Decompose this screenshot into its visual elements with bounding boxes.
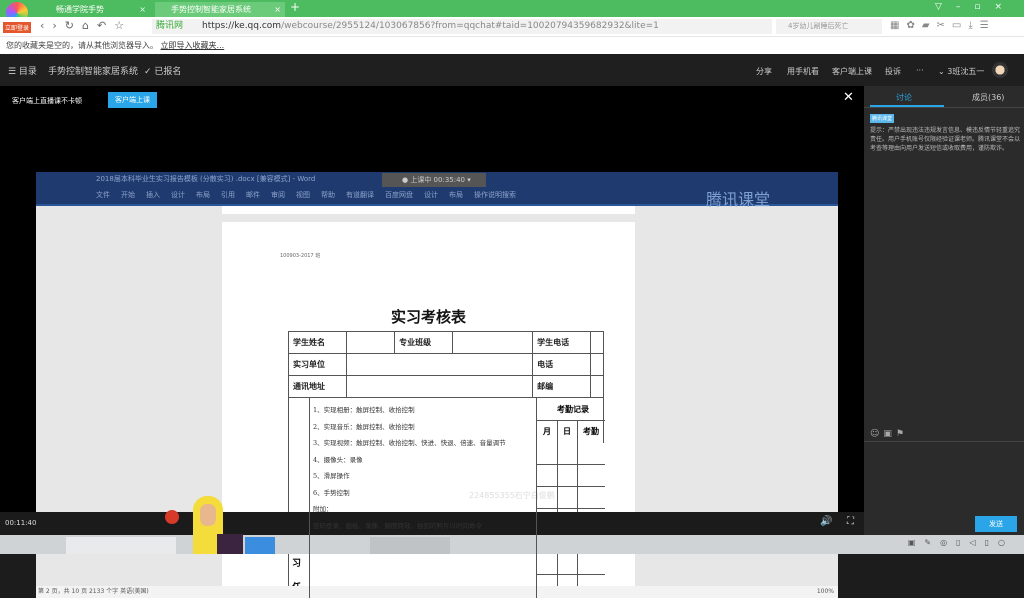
import-bookmarks-link[interactable]: 立即导入收藏夹... — [161, 41, 225, 50]
tab-2[interactable]: 手势控制智能家居系统 × — [155, 2, 285, 17]
taskbar-item[interactable] — [245, 537, 275, 554]
chat-tools[interactable]: ☺▣⚑ — [870, 429, 908, 439]
close-icon[interactable]: ✕ — [843, 90, 854, 105]
task-item: 1、实现相册：触屏控制、收拾控制 — [313, 406, 415, 414]
playback-time: 00:11:40 — [5, 519, 37, 527]
volume-icon[interactable]: 🔊 — [820, 516, 832, 527]
address-bar-row: 立即登录 ‹›↻⌂↶☆ 腾讯网 https://ke.qq.com/webcou… — [0, 17, 1024, 37]
client-notice: 客户端上直播课不卡顿 — [12, 97, 82, 105]
course-header: ☰ 目录 手势控制智能家居系统 ✓ 已报名 分享 用手机看 客户端上课 投诉 ·… — [0, 54, 1024, 86]
task-item: 密码登录、画板、录像、翻图特效、拍到的照片以时间命令 — [313, 521, 482, 530]
send-button[interactable]: 发送 — [975, 516, 1017, 532]
prev-page-bottom — [222, 206, 635, 214]
class-timer: ● 上课中 00:35:40 ▾ — [382, 173, 486, 187]
task-item: 6、手势控制 — [313, 488, 350, 497]
cell-label: 实习单位 — [287, 353, 348, 376]
window-controls[interactable]: ▽–▫× — [935, 2, 1016, 12]
assessment-table: 学生姓名 专业班级 学生电话 实习单位 电话 通讯地址 邮编 — [287, 331, 604, 398]
client-class-button[interactable]: 客户端上课 — [108, 92, 157, 108]
bookmarks-bar: 您的收藏夹是空的，请从其他浏览器导入。 立即导入收藏夹... — [0, 37, 1024, 54]
toolbar-icons[interactable]: ▦✿▰✂▭⤓☰ — [890, 20, 996, 31]
page-header-text: 100903-2017 班 — [280, 253, 321, 259]
system-badge: 腾讯课堂 — [870, 114, 895, 123]
fullscreen-icon[interactable]: ⛶ — [847, 516, 854, 527]
word-ribbon: 2018届本科毕业生实习报告模板 (分散实习) .docx [兼容模式] - W… — [36, 172, 838, 209]
bookmarks-empty-text: 您的收藏夹是空的，请从其他浏览器导入。 — [6, 41, 158, 50]
attendance-cols: 月日考勤 — [537, 420, 605, 443]
browser-tab-bar: 畅通学院手势 × 手势控制智能家居系统 × + ▽–▫× — [0, 0, 1024, 24]
nav-buttons[interactable]: ‹›↻⌂↶☆ — [40, 19, 132, 32]
task-item: 5、滑屏操作 — [313, 472, 350, 480]
url-path: /webcourse/2955124/103067856?from=qqchat… — [281, 21, 659, 31]
task-list: 1、实现相册：触屏控制、收拾控制 2、实现音乐：触屏控制、收拾控制 3、实现视频：触… — [309, 398, 537, 598]
task-item: 2、实现音乐：触屏控制、收拾控制 — [313, 422, 415, 431]
url-input[interactable]: 腾讯网 https://ke.qq.com/webcourse/2955124/… — [152, 19, 772, 34]
word-status-text: 第 2 页，共 10 页 2133 个字 英语(美国) — [38, 588, 149, 595]
cell-label: 邮编 — [532, 375, 592, 398]
doc-title: 实习考核表 — [390, 308, 466, 326]
search-box[interactable]: 4岁幼儿剐睡后死亡 — [776, 19, 882, 34]
close-icon[interactable]: × — [274, 2, 281, 17]
tencent-class-watermark: 腾讯课堂 — [706, 190, 771, 209]
cell-label: 学生姓名 — [287, 331, 348, 354]
site-badge: 腾讯网 — [156, 21, 184, 31]
cell-label: 学生电话 — [532, 331, 592, 354]
share-link[interactable]: 分享 — [756, 66, 772, 77]
more-button[interactable]: ··· — [916, 66, 924, 75]
word-title: 2018届本科毕业生实习报告模板 (分散实习) .docx [兼容模式] - W… — [96, 175, 316, 183]
tray-icons[interactable]: ▣✎◎▯◁▯○ — [908, 538, 1014, 547]
user-name[interactable]: ⌄ 3班沈五一 — [938, 66, 984, 77]
tab-discussion[interactable]: 讨论 — [896, 92, 912, 103]
url-host: https://ke.qq.com — [202, 21, 282, 31]
catalog-button[interactable]: ☰ 目录 — [8, 64, 37, 77]
tab-label: 畅通学院手势 — [56, 5, 104, 14]
new-tab-button[interactable]: + — [290, 0, 300, 14]
ribbon-tabs: 文件 开始 插入 设计 布局 引用 邮件 审阅 视图 帮助 有道翻译 百度网盘 设计 布局 操作说明搜索 — [96, 191, 516, 199]
cell-label: 专业班级 — [394, 331, 454, 354]
avatar[interactable] — [992, 62, 1008, 78]
cell-label: 电话 — [532, 353, 592, 376]
attendance-header: 考勤记录 — [557, 405, 589, 414]
chat-sidebar: 讨论 成员(36) 腾讯课堂 提示：严禁出现违法违规发言信息、模违反情节轻重追究… — [864, 86, 1024, 535]
course-title: 手势控制智能家居系统 — [48, 67, 139, 77]
task-item: 3、实现视频：触屏控制、收拾控制、快进、快退、倍速、音量调节 — [313, 439, 506, 447]
tab-1[interactable]: 畅通学院手势 × — [40, 2, 150, 17]
tab-label: 手势控制智能家居系统 — [171, 5, 251, 14]
cartoon-figure — [165, 496, 243, 554]
enrolled-status: ✓ 已报名 — [144, 67, 182, 77]
close-icon[interactable]: × — [139, 2, 146, 17]
zoom-level: 100% — [816, 588, 834, 595]
cell-label: 通讯地址 — [287, 375, 348, 398]
client-link[interactable]: 客户端上课 — [832, 66, 872, 77]
tab-members[interactable]: 成员(36) — [972, 92, 1004, 103]
task-item: 4、摄像头：录像 — [313, 455, 363, 464]
login-badge[interactable]: 立即登录 — [3, 22, 32, 33]
task-section: 考勤记录 月日考勤 实习任 224855355石宁白俊鹏 1、实现相册：触屏控制… — [288, 397, 605, 598]
mobile-link[interactable]: 用手机看 — [787, 66, 819, 77]
report-link[interactable]: 投诉 — [885, 66, 901, 77]
system-notice: 提示：严禁出现违法违规发言信息、模违反情节轻重追究责任。用户手机账号仅限经验证课… — [870, 127, 1021, 152]
search-text: 4岁幼儿剐睡后死亡 — [788, 22, 849, 30]
task-item: 附加： — [313, 505, 333, 513]
video-area[interactable]: 2018届本科毕业生实习报告模板 (分散实习) .docx [兼容模式] - W… — [0, 86, 864, 598]
